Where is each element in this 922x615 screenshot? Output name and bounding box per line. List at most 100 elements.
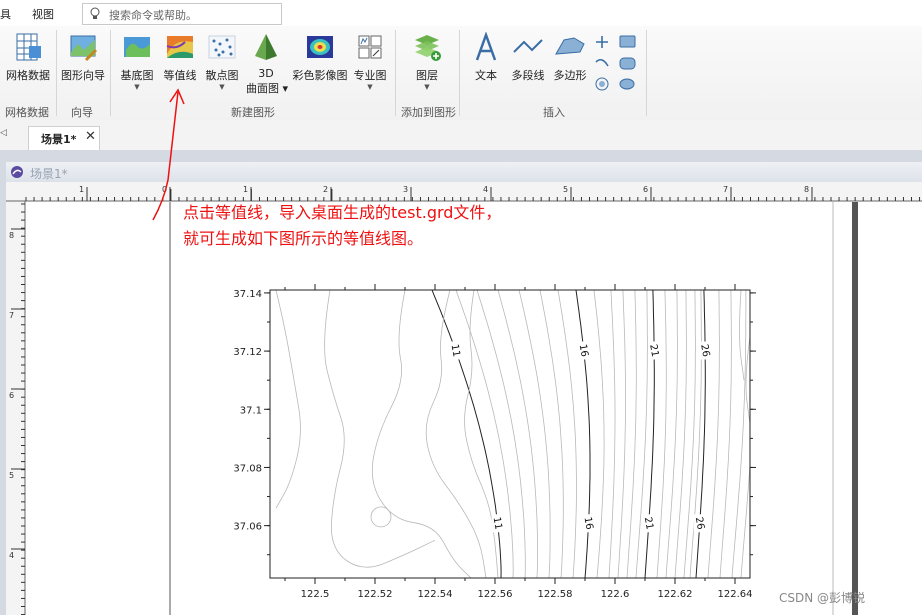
ruler-label: 1	[243, 185, 248, 194]
graph-wizard-button[interactable]: 图形向导	[60, 32, 106, 83]
x-tick-label: 122.52	[358, 589, 393, 600]
dropdown-arrow-icon: ▼	[367, 83, 373, 91]
group-grid-label: 网格数据	[5, 106, 49, 119]
scatter-label: 散点图	[205, 69, 239, 82]
tab-scene1-label: 场景1*	[41, 133, 77, 146]
polygon-label: 多边形	[553, 69, 587, 82]
ribbon: 网格数据 网格数据 图形向导 向导 基底图 ▼ 等值线 散点图 ▼ 3D 曲面图…	[0, 26, 922, 121]
x-tick-label: 122.56	[478, 589, 513, 600]
tab-scroll-left-icon[interactable]: ◁	[0, 128, 7, 138]
graph-wizard-label: 图形向导	[61, 69, 105, 82]
scatter-plot-icon	[208, 35, 236, 59]
x-tick-label: 122.54	[418, 589, 453, 600]
polyline-button[interactable]: 多段线	[506, 32, 550, 83]
polygon-icon	[555, 37, 585, 55]
ruler-label: 6	[643, 185, 648, 194]
grid-data-button[interactable]: 网格数据	[4, 32, 52, 83]
ruler-label: 5	[9, 471, 14, 480]
app-logo-icon	[11, 166, 23, 178]
menu-item-view[interactable]: 视图	[32, 6, 54, 22]
color-image-button[interactable]: 彩色影像图	[292, 32, 348, 83]
ruler-label: 1	[79, 185, 84, 194]
menu-bar: 具 视图 搜索命令或帮助。	[0, 0, 922, 26]
search-placeholder: 搜索命令或帮助。	[109, 9, 197, 22]
ruler-label: 7	[9, 311, 14, 320]
ruler-label: 7	[723, 185, 728, 194]
insert-shapes-palette[interactable]	[592, 32, 642, 96]
grid-data-label: 网格数据	[6, 69, 50, 82]
ruler-label: 5	[563, 185, 568, 194]
polygon-button[interactable]: 多边形	[550, 32, 590, 83]
menu-item-tools[interactable]: 具	[0, 6, 11, 22]
ruler-label: 6	[9, 391, 14, 400]
contour-label: 16	[582, 516, 595, 530]
ribbon-separator	[110, 30, 111, 116]
dropdown-arrow-icon: ▼	[219, 83, 225, 91]
contour-label: 21	[642, 516, 655, 530]
x-tick-label: 122.5	[301, 589, 330, 600]
x-tick-label: 122.64	[718, 589, 753, 600]
text-button[interactable]: 文本	[466, 31, 506, 83]
basemap-label: 基底图	[120, 69, 154, 82]
ribbon-separator	[459, 30, 460, 116]
annotation-line-1: 点击等值线，导入桌面生成的test.grd文件，	[183, 203, 502, 222]
ribbon-separator	[56, 30, 57, 116]
3d-surface-label-1: 3D	[258, 67, 274, 80]
rectangle-icon	[619, 35, 636, 48]
scatter-button[interactable]: 散点图 ▼	[202, 32, 242, 91]
special-chart-button[interactable]: 专业图 ▼	[350, 32, 390, 91]
y-tick-label: 37.06	[233, 522, 262, 533]
layer-label: 图层	[416, 69, 438, 82]
text-label: 文本	[475, 69, 497, 82]
search-box[interactable]: 搜索命令或帮助。	[82, 3, 282, 25]
y-tick-label: 37.08	[233, 463, 262, 474]
y-tick-label: 37.12	[233, 347, 262, 358]
ellipse-icon	[619, 78, 635, 90]
dropdown-arrow-icon: ▼	[424, 83, 430, 91]
y-tick-label: 37.1	[240, 405, 262, 416]
text-a-icon	[475, 31, 497, 61]
ruler-label: 4	[483, 185, 488, 194]
contour-label: 11	[449, 343, 462, 357]
plus-icon	[596, 36, 608, 48]
3d-surface-button[interactable]: 3D 曲面图 ▾	[246, 32, 289, 96]
color-image-label: 彩色影像图	[292, 69, 348, 82]
3d-surface-label-2: 曲面图 ▾	[246, 82, 289, 95]
ruler-label: 2	[323, 185, 328, 194]
ruler-label: 4	[9, 551, 14, 560]
x-tick-label: 122.62	[658, 589, 693, 600]
layers-add-icon	[415, 35, 441, 61]
contour-label: 21	[647, 343, 660, 357]
basemap-button[interactable]: 基底图 ▼	[116, 32, 158, 91]
group-insert-label: 插入	[543, 106, 565, 119]
watermark: CSDN @彭博锐	[779, 591, 866, 605]
special-chart-icon	[358, 35, 382, 59]
polyline-icon	[513, 39, 543, 53]
contour-label: 11	[491, 516, 504, 530]
curve-icon	[595, 58, 609, 67]
tab-scene1[interactable]: 场景1* ✕	[28, 126, 100, 151]
annotation-text: 点击等值线，导入桌面生成的test.grd文件， 就可生成如下图所示的等值线图。	[183, 200, 501, 252]
ribbon-separator	[395, 30, 396, 116]
group-new-label: 新建图形	[231, 106, 275, 119]
x-tick-label: 122.58	[538, 589, 573, 600]
document-tab-bar: ◁ 场景1* ✕	[0, 120, 922, 151]
polyline-label: 多段线	[511, 69, 545, 82]
x-tick-label: 122.6	[601, 589, 630, 600]
contour-label: 等值线	[163, 69, 197, 82]
contour-button[interactable]: 等值线	[160, 32, 200, 83]
ruler-label: 3	[403, 185, 408, 194]
close-icon[interactable]: ✕	[85, 129, 96, 144]
y-tick-label: 37.14	[233, 289, 262, 300]
contour-label: 26	[698, 343, 711, 357]
graph-wizard-icon	[70, 35, 98, 62]
3d-pyramid-icon	[255, 34, 277, 60]
color-relief-icon	[307, 36, 333, 58]
contour-label: 16	[577, 343, 590, 357]
group-add-label: 添加到图形	[401, 106, 456, 119]
grid-data-icon	[16, 33, 41, 61]
layer-button[interactable]: 图层 ▼	[404, 32, 450, 91]
special-chart-label: 专业图	[353, 69, 387, 82]
group-wizard-label: 向导	[71, 106, 93, 119]
vertical-scrollbar[interactable]	[852, 202, 858, 615]
